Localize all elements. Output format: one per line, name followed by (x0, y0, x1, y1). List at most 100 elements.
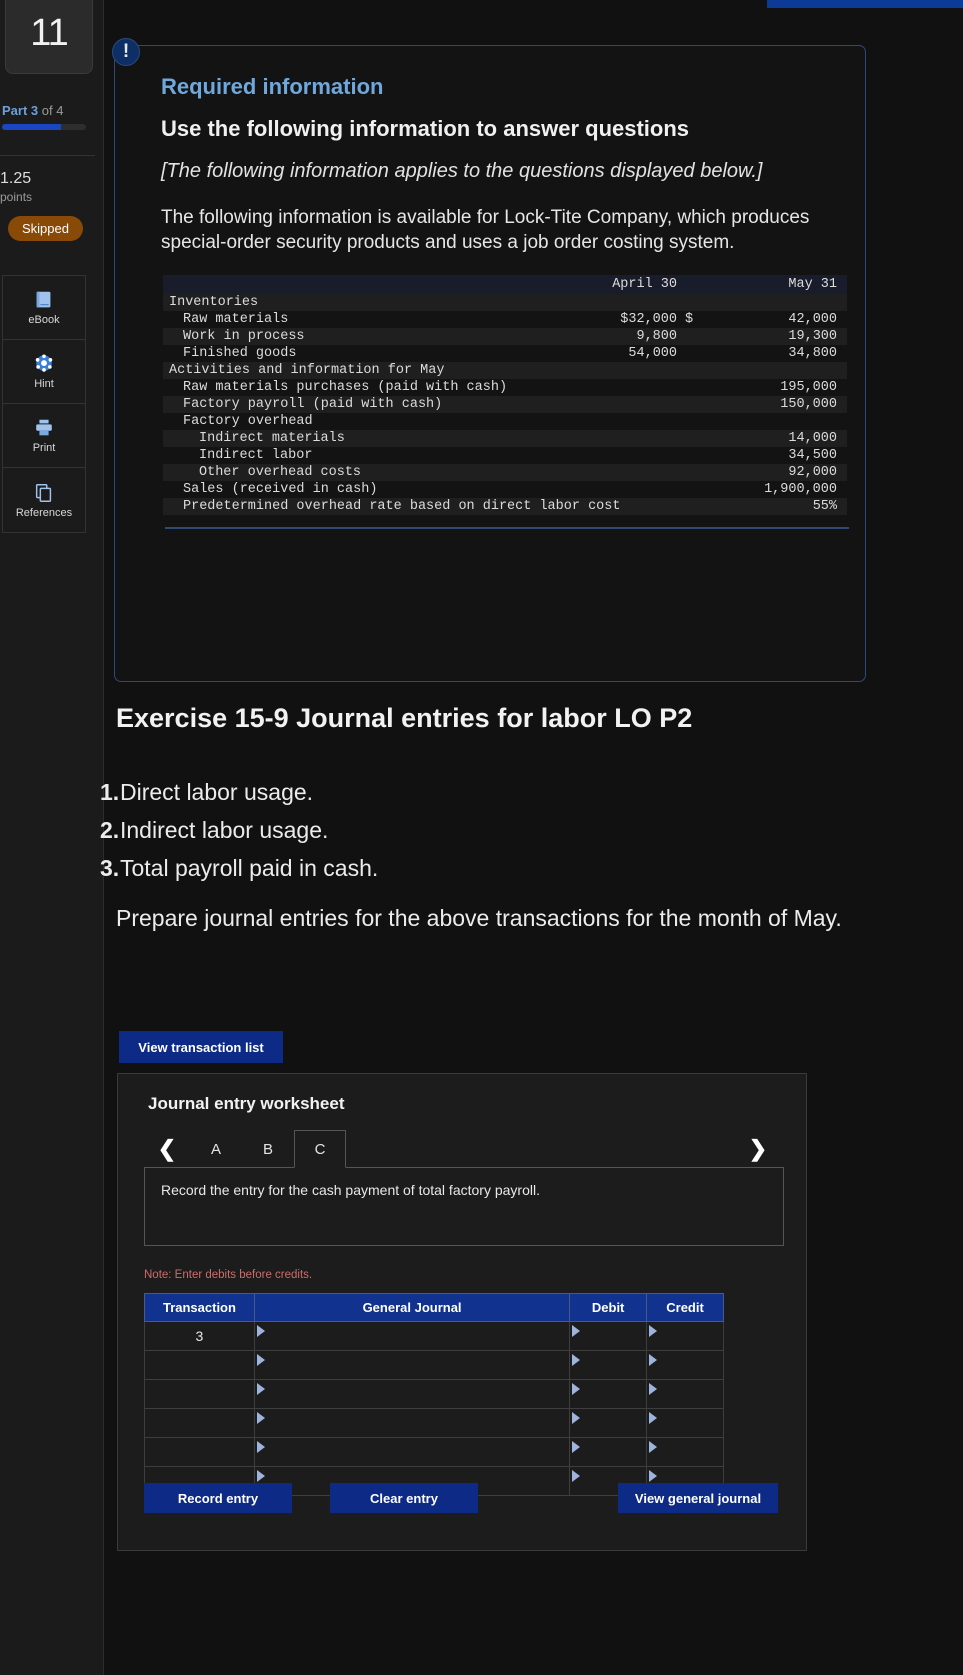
callout-italic-note: [The following information applies to th… (161, 159, 763, 182)
accounting-row-symbol (677, 447, 701, 464)
tab-a[interactable]: A (190, 1130, 242, 1168)
accounting-table-row: Predetermined overhead rate based on dir… (163, 498, 847, 516)
tab-b[interactable]: B (242, 1130, 294, 1168)
cell-debit[interactable] (569, 1321, 648, 1351)
accounting-row-may (701, 294, 847, 312)
view-general-journal-button[interactable]: View general journal (618, 1483, 778, 1513)
accounting-table-bottom-rule (165, 527, 849, 530)
dropdown-caret-icon[interactable] (256, 1441, 265, 1453)
column-header-credit: Credit (646, 1293, 724, 1322)
sidebar-divider (0, 155, 95, 156)
sidebar-item-label-references: References (15, 506, 73, 519)
cell-general-journal[interactable] (253, 1350, 571, 1380)
cell-debit[interactable] (569, 1437, 648, 1467)
accounting-row-may: 42,000 (788, 312, 837, 328)
cell-credit[interactable] (646, 1408, 724, 1438)
table-row (144, 1408, 724, 1438)
ebook-icon (36, 291, 51, 308)
cell-transaction[interactable] (144, 1408, 255, 1438)
dropdown-caret-icon[interactable] (256, 1325, 265, 1337)
sidebar-item-label-ebook: eBook (28, 314, 60, 326)
dropdown-caret-icon[interactable] (572, 1470, 581, 1482)
sidebar-item-hint[interactable]: Hint (3, 340, 85, 404)
dropdown-caret-icon[interactable] (256, 1354, 265, 1366)
cell-debit[interactable] (569, 1350, 648, 1380)
accounting-table-row: Sales (received in cash) 1,900,000 (163, 481, 847, 498)
dropdown-caret-icon[interactable] (572, 1412, 581, 1424)
accounting-row-label: Activities and information for May (163, 362, 571, 380)
accounting-row-april: 9,800 (571, 328, 677, 346)
cell-general-journal[interactable] (253, 1321, 571, 1351)
dropdown-caret-icon[interactable] (256, 1470, 265, 1482)
worksheet-description-text: Record the entry for the cash payment of… (161, 1182, 540, 1198)
part-progress-bar (2, 124, 86, 130)
cell-debit[interactable] (569, 1379, 648, 1409)
chevron-right-icon[interactable]: ❯ (738, 1130, 778, 1168)
accounting-header-sym (677, 275, 701, 295)
accounting-row-label: Raw materials purchases (paid with cash) (183, 380, 508, 396)
accounting-table-header-row: April 30 May 31 (163, 275, 847, 295)
accounting-header-blank (163, 275, 571, 295)
cell-general-journal[interactable] (253, 1437, 571, 1467)
sidebar-item-ebook[interactable]: eBook (3, 276, 85, 340)
part-progress-fill (2, 124, 61, 130)
accounting-table-row: Indirect materials 14,000 (163, 430, 847, 448)
dropdown-caret-icon[interactable] (649, 1470, 658, 1482)
accounting-data-table-wrap: April 30 May 31 Inventories Raw materials $3… (163, 275, 849, 530)
cell-credit[interactable] (646, 1379, 724, 1409)
points-label: points (0, 190, 33, 204)
sidebar-item-print[interactable]: Print (3, 404, 85, 468)
dropdown-caret-icon[interactable] (649, 1354, 658, 1366)
journal-entry-table: Transaction General Journal Debit Credit… (144, 1293, 724, 1496)
accounting-table-row: Indirect labor 34,500 (163, 447, 847, 464)
accounting-row-april (571, 413, 677, 430)
alert-icon: ! (112, 38, 140, 66)
accounting-row-symbol (677, 396, 701, 414)
required-information-callout: Required information Use the following i… (114, 45, 866, 682)
accounting-row-may: 195,000 (780, 380, 837, 396)
cell-general-journal[interactable] (253, 1408, 571, 1438)
print-icon (36, 419, 52, 436)
tab-c[interactable]: C (294, 1130, 346, 1168)
sidebar-item-references[interactable]: References (3, 468, 85, 532)
dropdown-caret-icon[interactable] (256, 1383, 265, 1395)
cell-credit[interactable] (646, 1350, 724, 1380)
cell-transaction[interactable] (144, 1437, 255, 1467)
accounting-row-april (571, 396, 677, 414)
top-action-button-partial[interactable] (767, 0, 963, 8)
dropdown-caret-icon[interactable] (572, 1325, 581, 1337)
dropdown-caret-icon[interactable] (649, 1412, 658, 1424)
dropdown-caret-icon[interactable] (649, 1383, 658, 1395)
cell-credit[interactable] (646, 1437, 724, 1467)
accounting-table-row: Factory payroll (paid with cash) 150,000 (163, 396, 847, 414)
chevron-left-icon[interactable]: ❮ (144, 1130, 190, 1168)
cell-transaction[interactable]: 3 (144, 1321, 255, 1351)
cell-general-journal[interactable] (253, 1379, 571, 1409)
cell-debit[interactable] (569, 1408, 648, 1438)
accounting-row-april (571, 481, 677, 498)
accounting-row-symbol (677, 328, 701, 346)
accounting-row-label: Factory overhead (183, 414, 313, 430)
dropdown-caret-icon[interactable] (256, 1412, 265, 1424)
accounting-row-april (571, 447, 677, 464)
accounting-header-may: May 31 (701, 275, 847, 295)
accounting-table-row: Factory overhead (163, 413, 847, 430)
dropdown-caret-icon[interactable] (572, 1354, 581, 1366)
clear-entry-button[interactable]: Clear entry (330, 1483, 478, 1513)
view-transaction-list-button[interactable]: View transaction list (119, 1031, 283, 1063)
cell-transaction[interactable] (144, 1379, 255, 1409)
accounting-row-label: Sales (received in cash) (183, 482, 378, 498)
dropdown-caret-icon[interactable] (572, 1383, 581, 1395)
dropdown-caret-icon[interactable] (649, 1441, 658, 1453)
dropdown-caret-icon[interactable] (649, 1325, 658, 1337)
column-header-debit: Debit (569, 1293, 648, 1322)
question-sidebar: 11 Part 3 of 4 1.25 points Skipped eBook (0, 0, 104, 1675)
record-entry-button[interactable]: Record entry (144, 1483, 292, 1513)
table-header-row: Transaction General Journal Debit Credit (144, 1293, 724, 1322)
cell-credit[interactable] (646, 1321, 724, 1351)
dropdown-caret-icon[interactable] (572, 1441, 581, 1453)
accounting-row-april (571, 362, 677, 380)
cell-transaction[interactable] (144, 1350, 255, 1380)
accounting-row-april (571, 294, 677, 312)
accounting-row-label: Inventories (163, 294, 571, 312)
